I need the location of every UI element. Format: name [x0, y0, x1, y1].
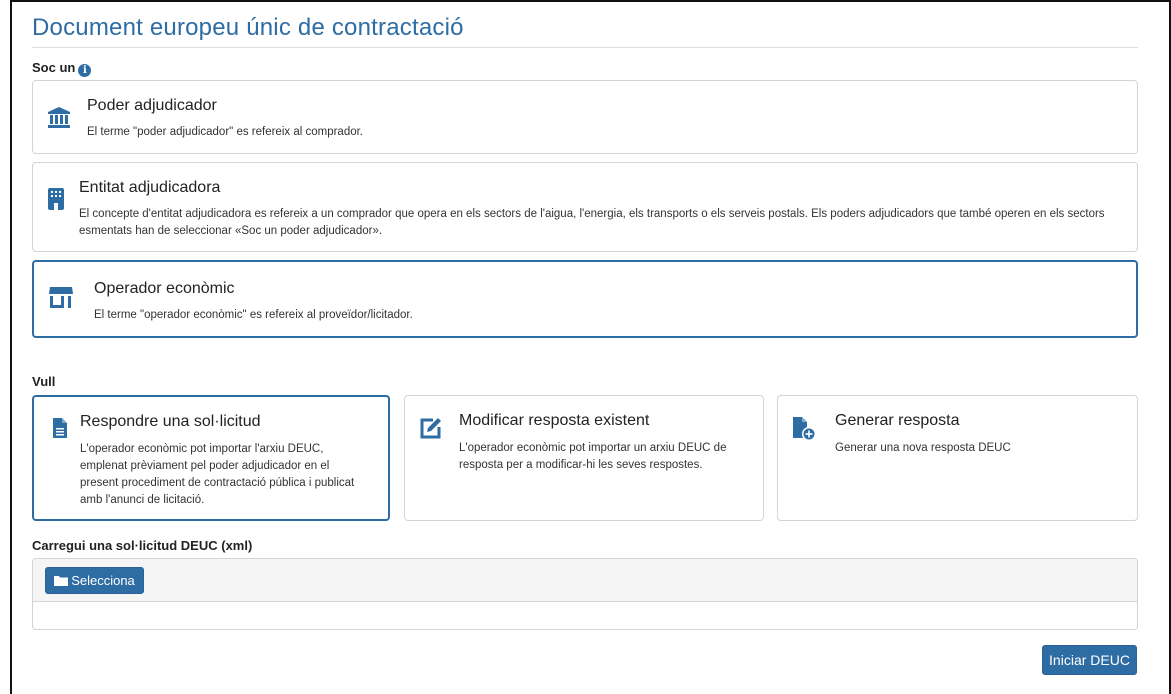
role-option-description: El terme "poder adjudicador" es refereix… — [87, 126, 363, 138]
file-text-icon — [52, 417, 68, 444]
edit-icon — [419, 416, 443, 445]
action-option-description: Generar una nova resposta DEUC — [835, 442, 1011, 454]
action-option-title: Modificar resposta existent — [459, 412, 650, 429]
title-divider — [32, 47, 1138, 48]
role-section-label-text: Soc un — [32, 60, 76, 75]
start-deuc-button[interactable]: Iniciar DEUC — [1042, 645, 1137, 675]
action-option-respondre[interactable]: Respondre una sol·licitud L'operador eco… — [32, 395, 390, 521]
folder-icon — [54, 576, 69, 586]
upload-toolbar — [33, 559, 1137, 602]
file-add-icon — [792, 416, 818, 447]
file-upload-box — [32, 558, 1138, 630]
institution-icon — [47, 105, 71, 134]
start-deuc-button-label: Iniciar DEUC — [1049, 652, 1130, 668]
role-option-operador-economic[interactable]: Operador econòmic El terme "operador eco… — [32, 260, 1138, 338]
role-option-description: El terme "operador econòmic" es refereix… — [94, 309, 413, 321]
role-option-title: Poder adjudicador — [87, 97, 217, 114]
role-option-title: Operador econòmic — [94, 280, 235, 297]
select-file-button[interactable]: Selecciona — [45, 567, 144, 594]
action-option-title: Generar resposta — [835, 412, 960, 429]
role-section-label: Soc un i — [32, 60, 92, 77]
action-option-title: Respondre una sol·licitud — [80, 413, 261, 430]
role-option-title: Entitat adjudicadora — [79, 179, 221, 196]
role-option-poder-adjudicador[interactable]: Poder adjudicador El terme "poder adjudi… — [32, 80, 1138, 154]
page-title: Document europeu únic de contractació — [32, 14, 464, 41]
action-section-label: Vull — [32, 374, 56, 389]
info-icon[interactable]: i — [78, 64, 92, 77]
action-option-description: L'operador econòmic pot importar l'arxiu… — [80, 443, 355, 506]
action-option-modificar[interactable]: Modificar resposta existent L'operador e… — [404, 395, 764, 521]
action-option-description: L'operador econòmic pot importar un arxi… — [459, 442, 727, 471]
role-option-entitat-adjudicadora[interactable]: Entitat adjudicadora El concepte d'entit… — [32, 162, 1138, 252]
building-icon — [47, 187, 65, 216]
select-file-button-label: Selecciona — [71, 573, 135, 588]
upload-label: Carregui una sol·licitud DEUC (xml) — [32, 538, 253, 553]
action-option-generar[interactable]: Generar resposta Generar una nova respos… — [777, 395, 1138, 521]
role-option-description: El concepte d'entitat adjudicadora es re… — [79, 208, 1105, 237]
store-icon — [48, 286, 74, 315]
